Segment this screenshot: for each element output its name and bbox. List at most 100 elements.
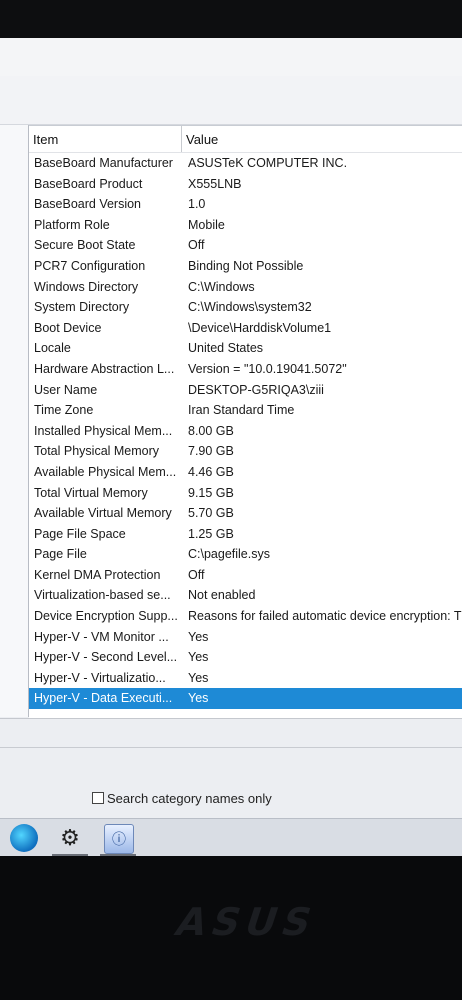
list-row-item: BaseBoard Product [34,176,143,191]
category-tree-pane[interactable] [0,125,29,717]
taskbar: ⚙ ⓘ [0,818,462,856]
list-header: Item Value [29,126,462,153]
list-row[interactable]: Hyper-V - Virtualizatio... Yes [29,668,462,689]
list-row-item: BaseBoard Version [34,197,142,212]
list-row-value: C:\Windows [188,279,255,294]
list-row-value: DESKTOP-G5RIQA3\ziii [188,382,324,397]
list-row-value: Off [188,567,205,582]
list-row[interactable]: Hyper-V - Data Executi... Yes [29,688,462,710]
list-row[interactable]: Locale United States [29,338,462,359]
list-row-item: BaseBoard Manufacturer [34,156,173,170]
list-row-item: Total Virtual Memory [34,485,148,500]
list-row[interactable]: Device Encryption Supp... Reasons for fai… [29,606,462,627]
list-row-item: User Name [34,382,98,397]
list-row[interactable]: Hyper-V - Second Level... Yes [29,647,462,668]
list-row-item: Installed Physical Mem... [34,423,173,438]
list-row-value: 8.00 GB [188,423,234,438]
list-row[interactable]: Kernel DMA Protection Off [29,565,462,586]
list-row-value: Yes [188,691,209,706]
list-row-value: Binding Not Possible [188,258,304,273]
column-header-item[interactable]: Item [33,132,58,147]
list-row-item: Hyper-V - VM Monitor ... [34,629,169,644]
screen: Item Value BaseBoard Manufacturer ASUSTeK… [0,38,462,856]
list-row-item: Windows Directory [34,279,139,294]
list-row[interactable]: Page File C:\pagefile.sys [29,544,462,565]
list-row-value: 1.0 [188,197,206,212]
search-category-names-only-checkbox[interactable] [92,792,104,804]
list-row[interactable]: Platform Role Mobile [29,215,462,236]
window-top-strip [0,38,462,77]
list-row[interactable]: Total Physical Memory 7.90 GB [29,441,462,462]
screen-bezel-top [0,0,462,42]
list-row-value: 7.90 GB [188,444,234,459]
list-row-value: Mobile [188,217,225,232]
list-row-item: System Directory [34,300,130,315]
list-row[interactable]: BaseBoard Manufacturer ASUSTeK COMPUTER I… [29,153,462,174]
asus-logo: ASUS [170,900,324,944]
divider [0,747,462,748]
list-row-item: Available Virtual Memory [34,506,172,521]
settings-icon[interactable]: ⚙ [56,824,84,852]
list-row-value: 4.46 GB [188,464,234,479]
list-row-value: 1.25 GB [188,526,234,541]
list-row[interactable]: PCR7 Configuration Binding Not Possible [29,256,462,277]
list-row[interactable]: BaseBoard Product X555LNB [29,174,462,195]
list-row-value: Not enabled [188,588,256,603]
list-row[interactable]: Hardware Abstraction L... Version = "10.0… [29,359,462,380]
edge-icon[interactable] [10,824,38,852]
list-row-item: Secure Boot State [34,238,136,253]
search-category-names-only-option[interactable]: Search category names only [92,791,272,806]
list-rows: BaseBoard Manufacturer ASUSTeK COMPUTER I… [29,153,462,710]
search-category-names-only-label: Search category names only [107,791,272,806]
list-row[interactable]: Boot Device \Device\HarddiskVolume1 [29,318,462,339]
column-separator[interactable] [181,126,182,152]
list-row-value: 9.15 GB [188,485,234,500]
list-row-item: Available Physical Mem... [34,464,177,479]
list-row-value: C:\Windows\system32 [188,300,312,315]
list-row[interactable]: System Directory C:\Windows\system32 [29,297,462,318]
column-header-value[interactable]: Value [186,132,218,147]
list-row-item: PCR7 Configuration [34,258,146,273]
list-row-value: Reasons for failed automatic device encr… [188,609,462,624]
list-row-value: C:\pagefile.sys [188,547,270,562]
list-row-item: Time Zone [34,403,94,418]
list-row-value: Version = "10.0.19041.5072" [188,361,347,376]
list-row-item: Platform Role [34,217,110,232]
list-row-item: Boot Device [34,320,102,335]
list-row[interactable]: Virtualization-based se... Not enabled [29,585,462,606]
list-row-item: Kernel DMA Protection [34,567,161,582]
list-row-item: Locale [34,341,71,356]
laptop-lower-bezel: ASUS [0,856,462,1000]
list-row[interactable]: Secure Boot State Off [29,235,462,256]
list-row-value: Off [188,238,205,253]
list-row-value: Yes [188,670,209,685]
list-row-item: Page File Space [34,526,126,541]
list-row-item: Hyper-V - Data Executi... [34,691,173,706]
list-row[interactable]: Windows Directory C:\Windows [29,277,462,298]
list-row-item: Hyper-V - Second Level... [34,650,178,665]
list-row[interactable]: Available Physical Mem... 4.46 GB [29,462,462,483]
list-row-value: United States [188,341,264,356]
system-summary-list[interactable]: Item Value BaseBoard Manufacturer ASUSTeK… [29,125,462,718]
list-row[interactable]: Installed Physical Mem... 8.00 GB [29,421,462,442]
list-row-value: \Device\HarddiskVolume1 [188,320,332,335]
list-row-value: Yes [188,650,209,665]
list-row[interactable]: Time Zone Iran Standard Time [29,400,462,421]
list-row[interactable]: Page File Space 1.25 GB [29,524,462,545]
list-row-value: Yes [188,629,209,644]
list-row[interactable]: User Name DESKTOP-G5RIQA3\ziii [29,380,462,401]
list-row-value: 5.70 GB [188,506,234,521]
system-information-icon[interactable]: ⓘ [104,824,134,854]
list-row[interactable]: BaseBoard Version 1.0 [29,194,462,215]
list-row-value: X555LNB [188,176,242,191]
list-row-item: Total Physical Memory [34,444,160,459]
window-toolbar [0,76,462,125]
list-row-item: Hyper-V - Virtualizatio... [34,670,166,685]
list-row-item: Hardware Abstraction L... [34,361,175,376]
list-row[interactable]: Hyper-V - VM Monitor ... Yes [29,627,462,648]
list-row-value: Iran Standard Time [188,403,295,418]
list-row[interactable]: Available Virtual Memory 5.70 GB [29,503,462,524]
list-row-value: ASUSTeK COMPUTER INC. [188,156,348,170]
list-row-item: Virtualization-based se... [34,588,171,603]
list-row[interactable]: Total Virtual Memory 9.15 GB [29,483,462,504]
